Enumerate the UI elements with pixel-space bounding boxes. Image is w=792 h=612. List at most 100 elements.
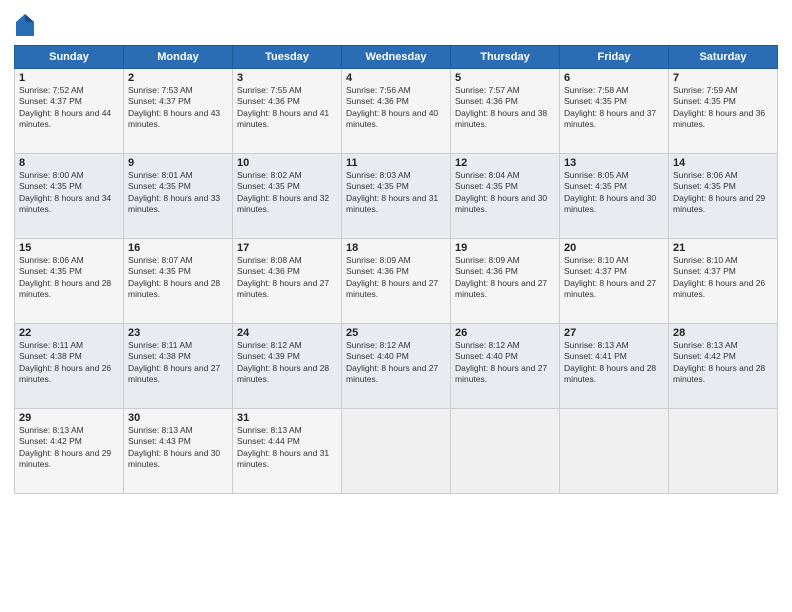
calendar-cell: 2Sunrise: 7:53 AMSunset: 4:37 PMDaylight… <box>124 68 233 153</box>
day-number: 11 <box>346 157 446 169</box>
day-info: Sunrise: 8:05 AMSunset: 4:35 PMDaylight:… <box>564 170 664 216</box>
calendar-cell: 23Sunrise: 8:11 AMSunset: 4:38 PMDayligh… <box>124 323 233 408</box>
day-info: Sunrise: 8:11 AMSunset: 4:38 PMDaylight:… <box>128 340 228 386</box>
day-info: Sunrise: 8:02 AMSunset: 4:35 PMDaylight:… <box>237 170 337 216</box>
weekday-thursday: Thursday <box>451 45 560 68</box>
weekday-friday: Friday <box>560 45 669 68</box>
calendar-cell: 1Sunrise: 7:52 AMSunset: 4:37 PMDaylight… <box>15 68 124 153</box>
calendar-week-3: 15Sunrise: 8:06 AMSunset: 4:35 PMDayligh… <box>15 238 778 323</box>
calendar-cell: 18Sunrise: 8:09 AMSunset: 4:36 PMDayligh… <box>342 238 451 323</box>
day-info: Sunrise: 8:11 AMSunset: 4:38 PMDaylight:… <box>19 340 119 386</box>
calendar-cell: 9Sunrise: 8:01 AMSunset: 4:35 PMDaylight… <box>124 153 233 238</box>
day-number: 2 <box>128 72 228 84</box>
day-info: Sunrise: 8:09 AMSunset: 4:36 PMDaylight:… <box>455 255 555 301</box>
day-number: 12 <box>455 157 555 169</box>
logo-icon <box>16 14 34 36</box>
day-info: Sunrise: 7:57 AMSunset: 4:36 PMDaylight:… <box>455 85 555 131</box>
day-number: 31 <box>237 412 337 424</box>
calendar-cell: 17Sunrise: 8:08 AMSunset: 4:36 PMDayligh… <box>233 238 342 323</box>
logo <box>14 14 34 41</box>
day-number: 4 <box>346 72 446 84</box>
day-number: 21 <box>673 242 773 254</box>
day-info: Sunrise: 8:10 AMSunset: 4:37 PMDaylight:… <box>564 255 664 301</box>
day-info: Sunrise: 8:01 AMSunset: 4:35 PMDaylight:… <box>128 170 228 216</box>
day-number: 24 <box>237 327 337 339</box>
calendar-cell: 10Sunrise: 8:02 AMSunset: 4:35 PMDayligh… <box>233 153 342 238</box>
calendar-cell: 21Sunrise: 8:10 AMSunset: 4:37 PMDayligh… <box>669 238 778 323</box>
calendar-cell: 5Sunrise: 7:57 AMSunset: 4:36 PMDaylight… <box>451 68 560 153</box>
calendar-week-4: 22Sunrise: 8:11 AMSunset: 4:38 PMDayligh… <box>15 323 778 408</box>
day-number: 18 <box>346 242 446 254</box>
calendar-cell <box>342 408 451 493</box>
calendar-cell: 29Sunrise: 8:13 AMSunset: 4:42 PMDayligh… <box>15 408 124 493</box>
weekday-header-row: SundayMondayTuesdayWednesdayThursdayFrid… <box>15 45 778 68</box>
day-number: 25 <box>346 327 446 339</box>
day-info: Sunrise: 8:09 AMSunset: 4:36 PMDaylight:… <box>346 255 446 301</box>
calendar-cell: 14Sunrise: 8:06 AMSunset: 4:35 PMDayligh… <box>669 153 778 238</box>
day-number: 28 <box>673 327 773 339</box>
day-info: Sunrise: 8:12 AMSunset: 4:40 PMDaylight:… <box>455 340 555 386</box>
page-header <box>14 10 778 41</box>
calendar-table: SundayMondayTuesdayWednesdayThursdayFrid… <box>14 45 778 494</box>
day-number: 8 <box>19 157 119 169</box>
calendar-cell: 7Sunrise: 7:59 AMSunset: 4:35 PMDaylight… <box>669 68 778 153</box>
day-info: Sunrise: 8:13 AMSunset: 4:41 PMDaylight:… <box>564 340 664 386</box>
weekday-tuesday: Tuesday <box>233 45 342 68</box>
day-info: Sunrise: 8:07 AMSunset: 4:35 PMDaylight:… <box>128 255 228 301</box>
day-number: 13 <box>564 157 664 169</box>
calendar-week-1: 1Sunrise: 7:52 AMSunset: 4:37 PMDaylight… <box>15 68 778 153</box>
day-info: Sunrise: 7:58 AMSunset: 4:35 PMDaylight:… <box>564 85 664 131</box>
calendar-cell: 24Sunrise: 8:12 AMSunset: 4:39 PMDayligh… <box>233 323 342 408</box>
day-info: Sunrise: 7:56 AMSunset: 4:36 PMDaylight:… <box>346 85 446 131</box>
day-number: 7 <box>673 72 773 84</box>
day-number: 29 <box>19 412 119 424</box>
calendar-cell <box>560 408 669 493</box>
day-number: 5 <box>455 72 555 84</box>
day-number: 20 <box>564 242 664 254</box>
day-info: Sunrise: 8:06 AMSunset: 4:35 PMDaylight:… <box>19 255 119 301</box>
day-info: Sunrise: 8:00 AMSunset: 4:35 PMDaylight:… <box>19 170 119 216</box>
day-number: 3 <box>237 72 337 84</box>
weekday-monday: Monday <box>124 45 233 68</box>
calendar-cell: 22Sunrise: 8:11 AMSunset: 4:38 PMDayligh… <box>15 323 124 408</box>
calendar-cell: 11Sunrise: 8:03 AMSunset: 4:35 PMDayligh… <box>342 153 451 238</box>
calendar-cell: 30Sunrise: 8:13 AMSunset: 4:43 PMDayligh… <box>124 408 233 493</box>
calendar-cell: 4Sunrise: 7:56 AMSunset: 4:36 PMDaylight… <box>342 68 451 153</box>
weekday-wednesday: Wednesday <box>342 45 451 68</box>
day-number: 19 <box>455 242 555 254</box>
day-number: 14 <box>673 157 773 169</box>
day-info: Sunrise: 7:59 AMSunset: 4:35 PMDaylight:… <box>673 85 773 131</box>
calendar-cell: 27Sunrise: 8:13 AMSunset: 4:41 PMDayligh… <box>560 323 669 408</box>
calendar-cell: 13Sunrise: 8:05 AMSunset: 4:35 PMDayligh… <box>560 153 669 238</box>
day-number: 9 <box>128 157 228 169</box>
calendar-cell: 20Sunrise: 8:10 AMSunset: 4:37 PMDayligh… <box>560 238 669 323</box>
day-number: 16 <box>128 242 228 254</box>
day-number: 26 <box>455 327 555 339</box>
day-number: 10 <box>237 157 337 169</box>
day-info: Sunrise: 8:13 AMSunset: 4:44 PMDaylight:… <box>237 425 337 471</box>
calendar-cell: 8Sunrise: 8:00 AMSunset: 4:35 PMDaylight… <box>15 153 124 238</box>
day-info: Sunrise: 7:55 AMSunset: 4:36 PMDaylight:… <box>237 85 337 131</box>
weekday-saturday: Saturday <box>669 45 778 68</box>
day-info: Sunrise: 8:12 AMSunset: 4:40 PMDaylight:… <box>346 340 446 386</box>
calendar-cell: 6Sunrise: 7:58 AMSunset: 4:35 PMDaylight… <box>560 68 669 153</box>
day-number: 15 <box>19 242 119 254</box>
calendar-cell: 3Sunrise: 7:55 AMSunset: 4:36 PMDaylight… <box>233 68 342 153</box>
calendar-cell: 12Sunrise: 8:04 AMSunset: 4:35 PMDayligh… <box>451 153 560 238</box>
day-number: 17 <box>237 242 337 254</box>
weekday-sunday: Sunday <box>15 45 124 68</box>
day-number: 6 <box>564 72 664 84</box>
day-info: Sunrise: 8:12 AMSunset: 4:39 PMDaylight:… <box>237 340 337 386</box>
day-info: Sunrise: 7:53 AMSunset: 4:37 PMDaylight:… <box>128 85 228 131</box>
calendar-week-5: 29Sunrise: 8:13 AMSunset: 4:42 PMDayligh… <box>15 408 778 493</box>
day-info: Sunrise: 8:06 AMSunset: 4:35 PMDaylight:… <box>673 170 773 216</box>
day-info: Sunrise: 8:04 AMSunset: 4:35 PMDaylight:… <box>455 170 555 216</box>
calendar-cell: 25Sunrise: 8:12 AMSunset: 4:40 PMDayligh… <box>342 323 451 408</box>
calendar-cell: 19Sunrise: 8:09 AMSunset: 4:36 PMDayligh… <box>451 238 560 323</box>
day-info: Sunrise: 8:13 AMSunset: 4:42 PMDaylight:… <box>19 425 119 471</box>
day-number: 23 <box>128 327 228 339</box>
day-info: Sunrise: 8:08 AMSunset: 4:36 PMDaylight:… <box>237 255 337 301</box>
day-info: Sunrise: 7:52 AMSunset: 4:37 PMDaylight:… <box>19 85 119 131</box>
calendar-cell: 31Sunrise: 8:13 AMSunset: 4:44 PMDayligh… <box>233 408 342 493</box>
calendar-cell: 28Sunrise: 8:13 AMSunset: 4:42 PMDayligh… <box>669 323 778 408</box>
